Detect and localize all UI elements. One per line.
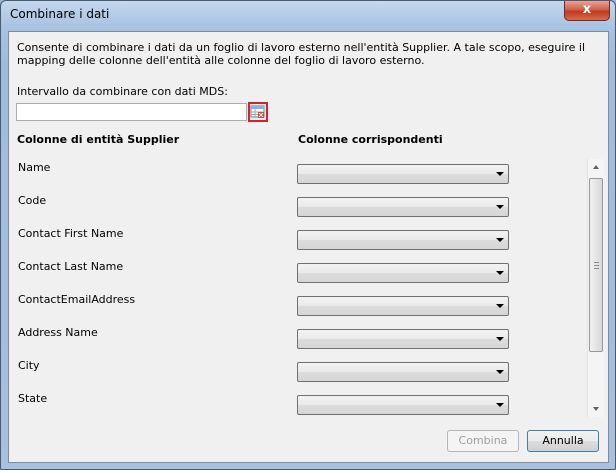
range-select-button[interactable] — [248, 102, 268, 122]
scroll-up-button[interactable] — [588, 159, 605, 176]
row-label-contact-email: ContactEmailAddress — [18, 293, 136, 306]
chevron-up-icon — [593, 165, 599, 169]
chevron-down-icon — [496, 238, 504, 242]
chevron-down-icon — [496, 304, 504, 308]
dialog-body: Consente di combinare i dati da un fogli… — [8, 31, 609, 463]
close-icon: x — [582, 2, 592, 17]
cancel-button[interactable]: Annulla — [527, 430, 599, 452]
scrollbar-thumb[interactable] — [589, 178, 603, 352]
combine-button[interactable]: Combina — [447, 430, 519, 452]
chevron-down-icon — [496, 172, 504, 176]
grip-icon — [594, 268, 599, 269]
combo-state[interactable] — [297, 395, 509, 415]
combo-address-name[interactable] — [297, 329, 509, 349]
combo-contact-first-name[interactable] — [297, 230, 509, 250]
chevron-down-icon — [593, 407, 599, 411]
row-label-address-name: Address Name — [18, 326, 98, 339]
grip-icon — [594, 262, 599, 263]
row-label-city: City — [18, 359, 40, 372]
row-label-code: Code — [18, 194, 47, 207]
combo-contact-email[interactable] — [297, 296, 509, 316]
dialog-window: Combinare i dati x Consente di combinare… — [0, 0, 616, 470]
combo-city[interactable] — [297, 362, 509, 382]
combo-code[interactable] — [297, 197, 509, 217]
scroll-down-button[interactable] — [588, 400, 605, 417]
window-title: Combinare i dati — [10, 7, 110, 21]
chevron-down-icon — [496, 403, 504, 407]
chevron-down-icon — [496, 205, 504, 209]
range-select-icon — [250, 105, 265, 118]
chevron-down-icon — [496, 271, 504, 275]
vertical-scrollbar[interactable] — [587, 159, 604, 417]
range-label: Intervallo da combinare con dati MDS: — [17, 85, 228, 98]
chevron-down-icon — [496, 370, 504, 374]
row-label-contact-first-name: Contact First Name — [18, 227, 124, 240]
row-label-contact-last-name: Contact Last Name — [18, 260, 124, 273]
close-button[interactable]: x — [564, 1, 610, 21]
matching-columns-header: Colonne corrispondenti — [298, 133, 443, 146]
entity-columns-header: Colonne di entità Supplier — [17, 133, 180, 146]
title-bar[interactable]: Combinare i dati x — [1, 1, 615, 29]
combo-contact-last-name[interactable] — [297, 263, 509, 283]
range-input[interactable] — [16, 103, 247, 121]
combo-name[interactable] — [297, 164, 509, 184]
intro-text: Consente di combinare i dati da un fogli… — [17, 41, 586, 67]
row-label-name: Name — [18, 161, 51, 174]
grip-icon — [594, 265, 599, 266]
chevron-down-icon — [496, 337, 504, 341]
row-label-state: State — [18, 392, 48, 405]
